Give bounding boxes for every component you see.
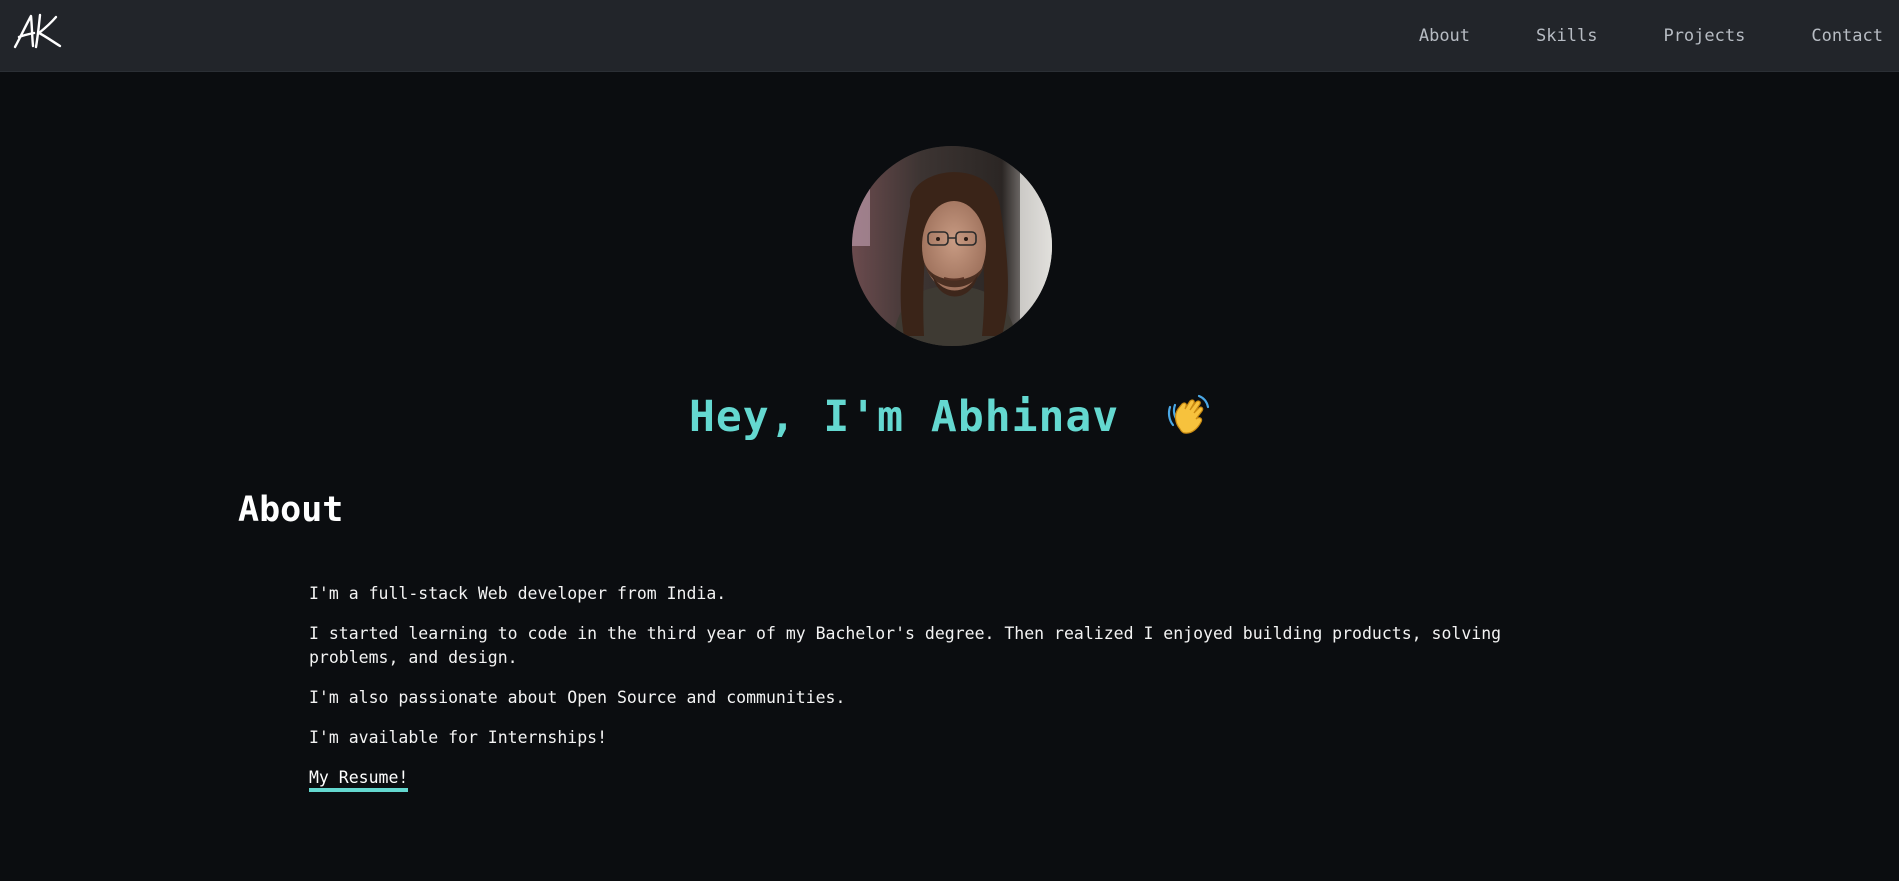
ak-logo-icon [13,13,62,49]
logo-link[interactable] [12,12,62,52]
profile-avatar [852,146,1052,346]
hero-greeting-text: Hey, I'm Abhinav [688,392,1120,442]
nav-links: About Skills Projects Contact [1353,0,1883,72]
resume-link[interactable]: My Resume! [309,768,409,792]
about-paragraph-2: I started learning to code in the third … [309,624,1502,667]
nav-link-skills[interactable]: Skills [1536,26,1597,46]
about-section: I'm a full-stack Web developer from Indi… [309,582,1579,806]
hero-greeting: Hey, I'm Abhinav [0,392,1899,448]
about-paragraph-3: I'm also passionate about Open Source an… [309,688,846,707]
about-heading: About [238,490,344,530]
about-paragraph-4: I'm available for Internships! [309,728,608,747]
nav-link-contact[interactable]: Contact [1811,26,1883,46]
nav-link-about[interactable]: About [1419,26,1470,46]
navbar: About Skills Projects Contact [0,0,1899,72]
nav-link-projects[interactable]: Projects [1663,26,1745,46]
about-paragraph-1: I'm a full-stack Web developer from Indi… [309,584,727,603]
waving-hand-icon [1166,393,1210,448]
resume-paragraph: My Resume! [309,766,1579,792]
